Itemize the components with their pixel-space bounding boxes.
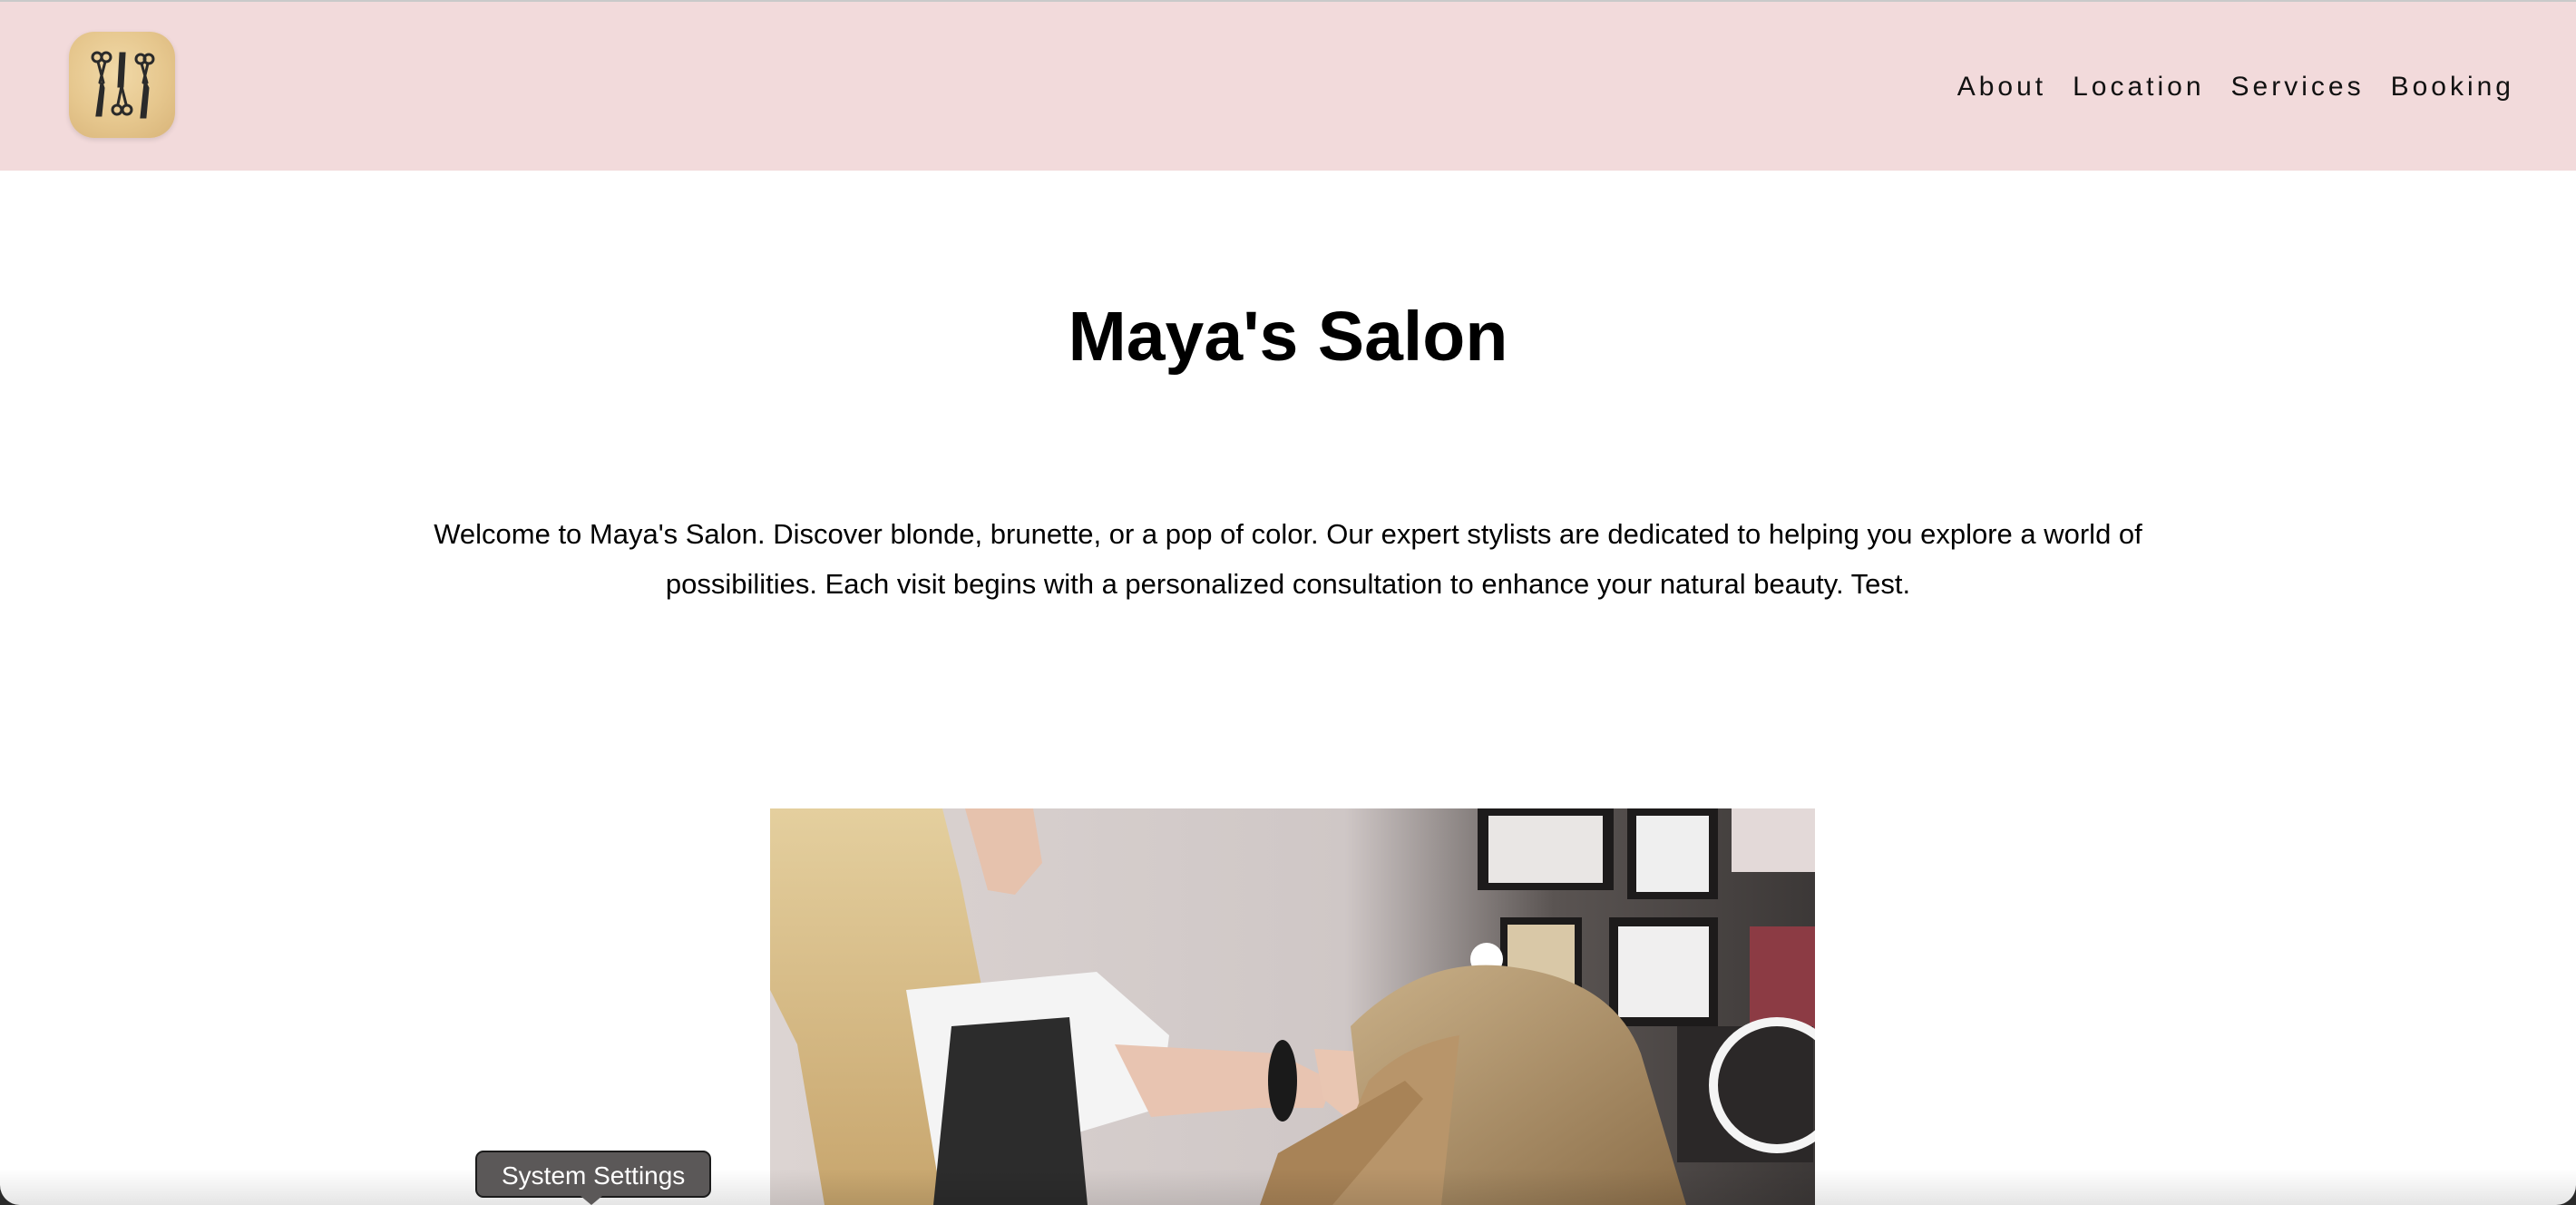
site-header: About Location Services Booking — [0, 0, 2576, 171]
tooltip-arrow — [581, 1196, 602, 1205]
browser-window: About Location Services Booking Maya's S… — [0, 0, 2576, 1205]
nav-booking-link[interactable]: Booking — [2391, 69, 2514, 105]
nav-location-link[interactable]: Location — [2073, 69, 2204, 105]
scissors-icon — [91, 51, 155, 119]
hero-image — [770, 808, 1815, 1205]
system-settings-tooltip: System Settings — [475, 1151, 712, 1198]
page-title: Maya's Salon — [1068, 298, 1508, 376]
intro-paragraph: Welcome to Maya's Salon. Discover blonde… — [434, 518, 2142, 600]
salon-logo[interactable] — [69, 32, 175, 138]
main-nav: About Location Services Booking — [1957, 69, 2514, 105]
nav-services-link[interactable]: Services — [2231, 69, 2365, 105]
nav-about-link[interactable]: About — [1957, 69, 2046, 105]
